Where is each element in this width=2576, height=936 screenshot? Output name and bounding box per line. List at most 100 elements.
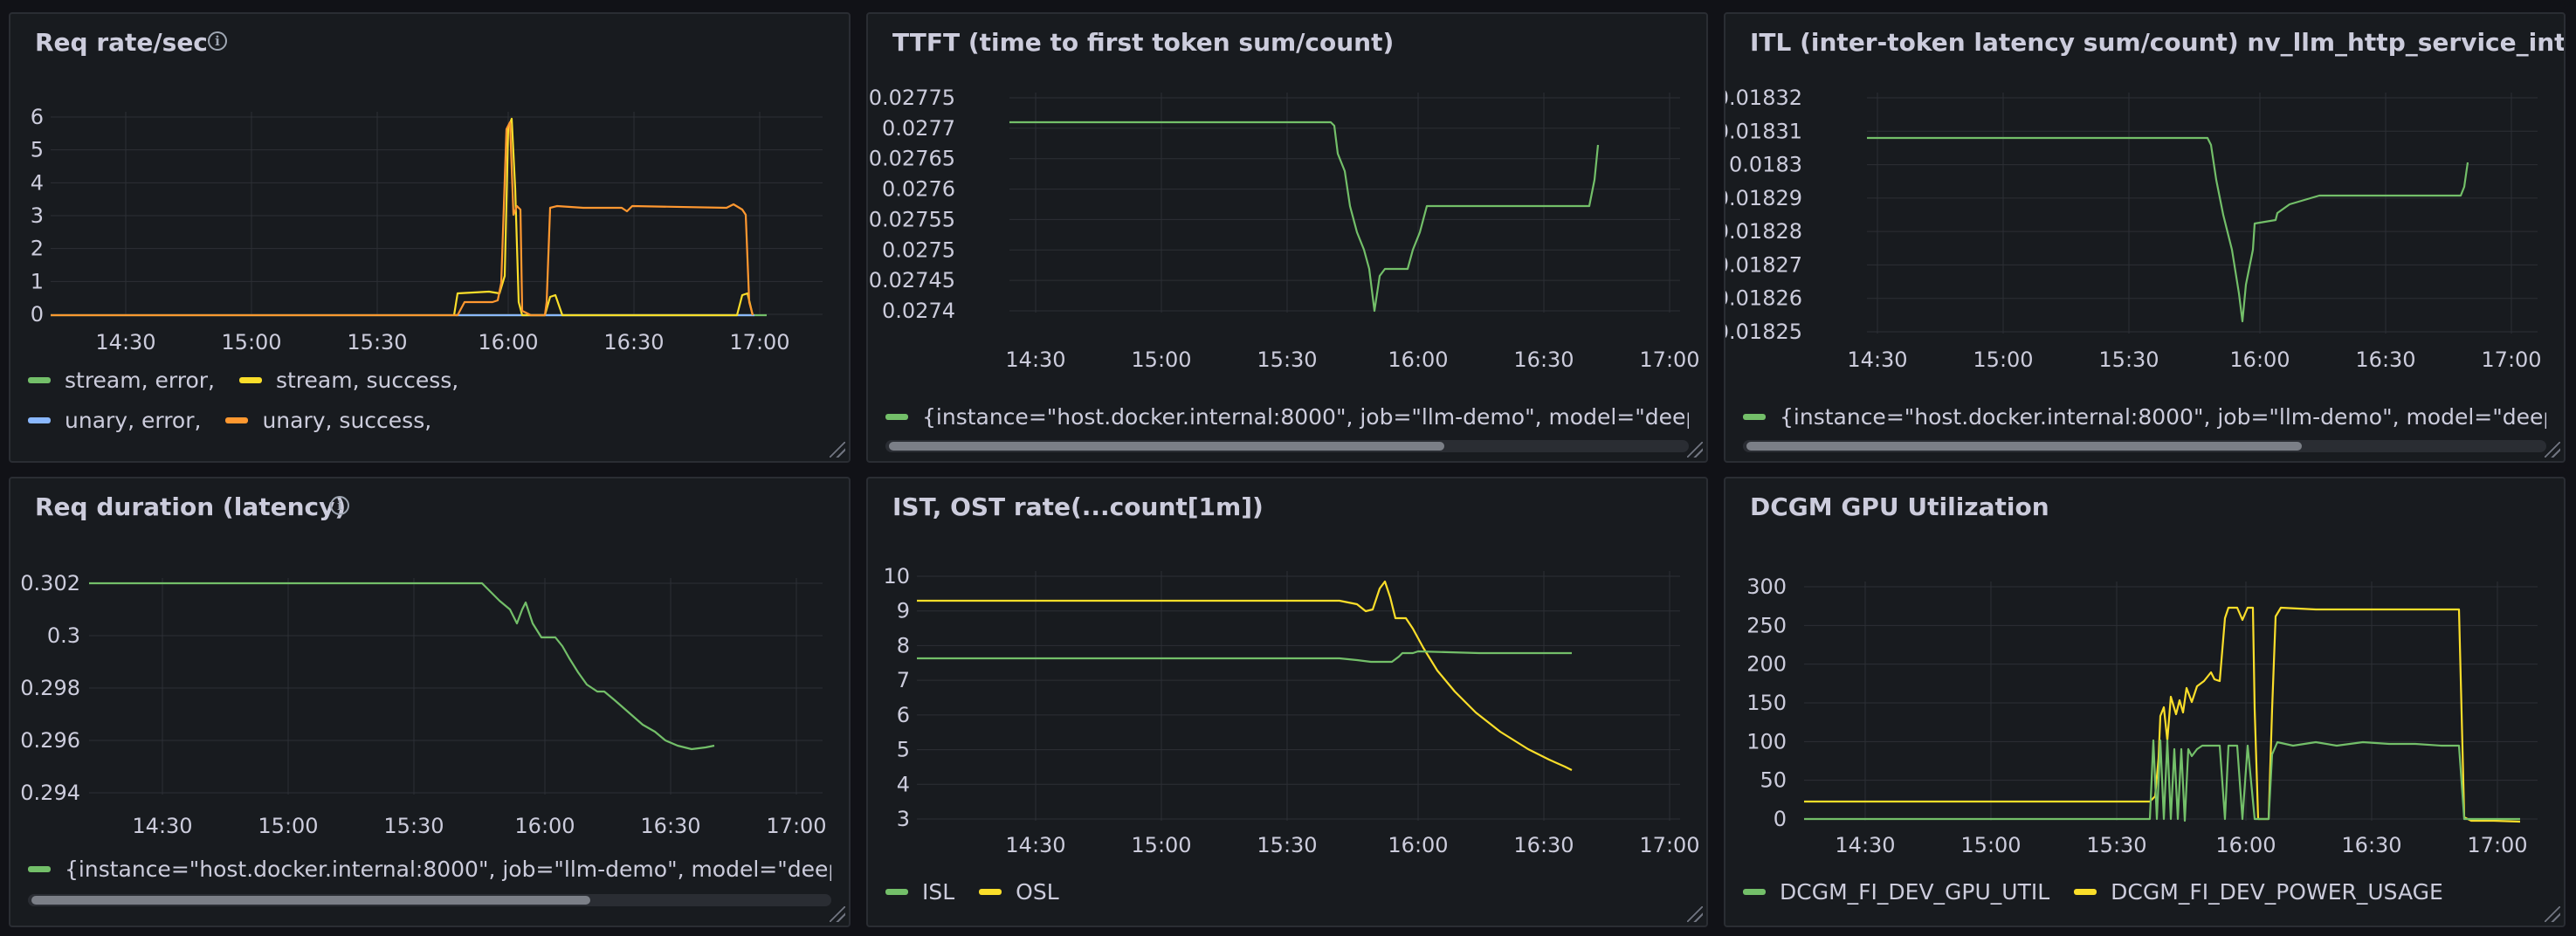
- legend: {instance="host.docker.internal:8000", j…: [885, 396, 1689, 437]
- legend-label: OSL: [1016, 878, 1059, 905]
- scrollbar-thumb[interactable]: [889, 442, 1444, 451]
- series-line: [1867, 136, 2469, 323]
- legend-scrollbar[interactable]: [885, 440, 1689, 452]
- y-tick-label: 4: [897, 772, 910, 796]
- legend-label: stream, success,: [275, 367, 459, 393]
- x-tick-label: 14:30: [132, 814, 192, 838]
- legend-swatch: [979, 888, 1002, 895]
- panel-dcgm-gpu[interactable]: DCGM GPU Utilization 0 50 100 150 200 250 300 1…: [1724, 477, 2566, 927]
- y-tick-label: 1: [31, 269, 44, 293]
- legend-swatch: [885, 413, 908, 420]
- x-tick-label: 17:00: [1639, 833, 1699, 857]
- x-tick-label: 16:30: [2355, 348, 2415, 372]
- x-tick-label: 17:00: [2467, 833, 2527, 857]
- legend-scrollbar[interactable]: [1743, 440, 2546, 452]
- y-tick-label: 0.0277: [882, 116, 955, 141]
- resize-handle[interactable]: [1687, 906, 1703, 922]
- legend-item[interactable]: stream, success,: [238, 360, 459, 400]
- legend: ISL OSL: [885, 871, 1689, 912]
- y-tick-label: 0.01831: [1724, 119, 1802, 143]
- resize-handle[interactable]: [2545, 442, 2560, 458]
- x-tick-label: 15:00: [258, 814, 318, 838]
- chart-ist-ost: 3 4 5 6 7 8 9 10 14:30 15:00 15:30 16:00 16:30 17:00: [883, 564, 1699, 857]
- legend-item[interactable]: DCGM_FI_DEV_POWER_USAGE: [2074, 871, 2443, 912]
- series-line: [917, 650, 1572, 664]
- legend-item[interactable]: {instance="host.docker.internal:8000", j…: [1743, 396, 2546, 437]
- panel-req-rate[interactable]: Req rate/sec i 0 1 2 3 4 5 6 14:30 15:00 15:30 16:…: [9, 12, 851, 463]
- x-tick-label: 15:30: [2086, 833, 2146, 857]
- legend-label: stream, error,: [65, 367, 215, 393]
- chart-ttft: 0.0274 0.02745 0.0275 0.02755 0.0276 0.02765 0…: [869, 86, 1700, 372]
- x-tick-label: 15:30: [383, 814, 444, 838]
- x-tick-label: 15:00: [1131, 348, 1191, 372]
- series-line: [51, 120, 754, 317]
- legend-item[interactable]: {instance="host.docker.internal:8000", j…: [28, 849, 831, 889]
- scrollbar-thumb[interactable]: [31, 896, 590, 905]
- x-tick-label: 17:00: [766, 814, 826, 838]
- chart-req-duration: 0.294 0.296 0.298 0.3 0.302 14:30 15:00 15:30 16…: [20, 571, 826, 838]
- x-tick-label: 16:00: [2215, 833, 2276, 857]
- x-tick-label: 15:30: [1257, 833, 1317, 857]
- resize-handle[interactable]: [1687, 442, 1703, 458]
- legend-label: unary, success,: [262, 407, 432, 433]
- legend-item[interactable]: {instance="host.docker.internal:8000", j…: [885, 396, 1689, 437]
- y-tick-label: 0.294: [20, 781, 80, 805]
- resize-handle[interactable]: [2545, 906, 2560, 922]
- x-tick-label: 16:00: [2229, 348, 2290, 372]
- panel-req-duration[interactable]: Req duration (latency) i 0.294 0.296 0.298…: [9, 477, 851, 927]
- legend-label: unary, error,: [65, 407, 202, 433]
- legend-scrollbar[interactable]: [28, 894, 831, 906]
- x-tick-label: 14:30: [1835, 833, 1895, 857]
- legend-swatch: [1743, 413, 1766, 420]
- x-tick-label: 17:00: [729, 330, 789, 354]
- x-tick-label: 14:30: [1847, 348, 1907, 372]
- series-line: [917, 580, 1573, 771]
- chart-itl: 0.01825 0.01826 0.01827 0.01828 0.01829 0.018…: [1724, 86, 2542, 372]
- y-tick-label: 50: [1760, 768, 1787, 793]
- legend-item[interactable]: unary, success,: [225, 400, 431, 440]
- y-tick-label: 150: [1746, 691, 1787, 715]
- legend-label: {instance="host.docker.internal:8000", j…: [65, 856, 831, 882]
- legend-swatch: [1743, 888, 1766, 895]
- y-tick-label: 0.02755: [869, 207, 955, 231]
- legend-swatch: [28, 865, 51, 872]
- y-tick-label: 0.3: [47, 623, 80, 648]
- series-line: [1009, 120, 1600, 313]
- x-tick-label: 15:00: [1973, 348, 2033, 372]
- legend: DCGM_FI_DEV_GPU_UTIL DCGM_FI_DEV_POWER_US…: [1743, 871, 2546, 912]
- legend-swatch: [2074, 888, 2097, 895]
- y-tick-label: 0.01832: [1724, 86, 1802, 110]
- legend-swatch: [238, 376, 262, 383]
- y-tick-label: 8: [897, 633, 910, 657]
- y-tick-label: 7: [897, 668, 910, 692]
- legend-swatch: [885, 888, 908, 895]
- y-tick-label: 6: [31, 105, 44, 129]
- resize-handle[interactable]: [830, 906, 845, 922]
- y-tick-label: 0.0183: [1729, 153, 1802, 177]
- x-tick-label: 16:00: [1388, 833, 1448, 857]
- panel-ttft[interactable]: TTFT (time to first token sum/count) 0.0…: [866, 12, 1708, 463]
- legend-item[interactable]: stream, error,: [28, 360, 215, 400]
- y-tick-label: 3: [31, 203, 44, 228]
- legend-item[interactable]: ISL: [885, 871, 954, 912]
- y-tick-label: 100: [1746, 729, 1787, 754]
- x-tick-label: 14:30: [1005, 833, 1065, 857]
- legend-item[interactable]: OSL: [979, 871, 1059, 912]
- y-tick-label: 0.302: [20, 571, 80, 595]
- x-tick-label: 16:30: [1513, 833, 1574, 857]
- scrollbar-thumb[interactable]: [1746, 442, 2302, 451]
- x-tick-label: 15:00: [1960, 833, 2021, 857]
- legend-item[interactable]: DCGM_FI_DEV_GPU_UTIL: [1743, 871, 2049, 912]
- panel-ist-ost[interactable]: IST, OST rate(...count[1m]) 3 4 5 6 7 8 9 10 14:…: [866, 477, 1708, 927]
- y-tick-label: 0.01828: [1724, 219, 1802, 244]
- chart-req-rate: 0 1 2 3 4 5 6 14:30 15:00 15:30 16:00 16:30 17:00: [31, 105, 823, 354]
- y-tick-label: 0.298: [20, 676, 80, 700]
- y-tick-label: 5: [897, 738, 910, 762]
- legend-item[interactable]: unary, error,: [28, 400, 201, 440]
- y-tick-label: 6: [897, 703, 910, 727]
- panel-itl[interactable]: ITL (inter-token latency sum/count) nv_l…: [1724, 12, 2566, 463]
- x-tick-label: 14:30: [95, 330, 155, 354]
- x-tick-label: 15:00: [1131, 833, 1191, 857]
- y-tick-label: 300: [1746, 575, 1787, 599]
- resize-handle[interactable]: [830, 442, 845, 458]
